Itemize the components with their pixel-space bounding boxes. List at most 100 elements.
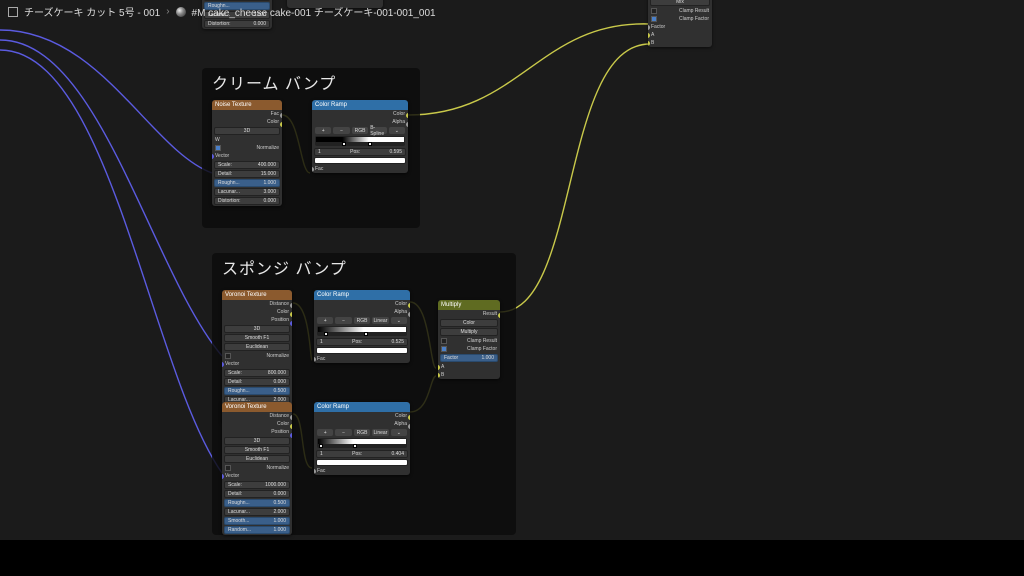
ramp3-pos[interactable]: 1Pos:0.404 xyxy=(316,450,408,458)
multiply-b: B xyxy=(438,371,500,379)
ramp1-menu[interactable]: ⌄ xyxy=(389,127,405,134)
ramp3-del-stop[interactable]: − xyxy=(335,429,351,436)
node-editor-canvas[interactable]: Detail:15.000 Roughn... Lacunar...3.000 … xyxy=(0,0,1024,576)
frame-title-cream: クリーム バンプ xyxy=(212,70,336,94)
ramp1-fac: Fac xyxy=(312,165,408,173)
noise-scale[interactable]: Scale:400.000 xyxy=(214,161,280,169)
voronoi1-vector: Vector xyxy=(222,360,292,368)
noise-header[interactable]: Noise Texture xyxy=(212,100,282,110)
voronoi1-metric[interactable]: Euclidean xyxy=(224,343,290,351)
ramp2-color-swatch[interactable] xyxy=(316,347,408,354)
ramp2-opts: + − RGB Linear ⌄ xyxy=(317,317,407,324)
material-sphere-icon xyxy=(176,7,186,17)
noise-detail[interactable]: Detail:15.000 xyxy=(214,170,280,178)
breadcrumb[interactable]: チーズケーキ カット 5号 - 001 › #M cake_cheese cak… xyxy=(8,4,436,19)
ramp3-add-stop[interactable]: + xyxy=(317,429,333,436)
node-voronoi-2[interactable]: Voronoi Texture Distance Color Position … xyxy=(222,402,292,535)
field-distortion[interactable]: Distortion:0.000 xyxy=(204,20,270,28)
ramp1-del-stop[interactable]: − xyxy=(333,127,349,134)
ramp3-out-color: Color xyxy=(314,412,410,420)
node-color-ramp-1[interactable]: Color Ramp Color Alpha + − RGB B-Spline … xyxy=(312,100,408,173)
voronoi2-smooth[interactable]: Smooth...1.000 xyxy=(224,517,290,525)
node-noise-texture[interactable]: Noise Texture Fac Color 3D W Normalize V… xyxy=(212,100,282,206)
voronoi1-scale[interactable]: Scale:800.000 xyxy=(224,369,290,377)
ramp2-mode-rgb[interactable]: RGB xyxy=(354,317,370,324)
ramp1-add-stop[interactable]: + xyxy=(315,127,331,134)
ramp1-out-alpha: Alpha xyxy=(312,118,408,126)
ramp3-mode-rgb[interactable]: RGB xyxy=(354,429,370,436)
voronoi1-dim[interactable]: 3D xyxy=(224,325,290,333)
voronoi2-scale[interactable]: Scale:1000.000 xyxy=(224,481,290,489)
noise-vector: Vector xyxy=(212,152,282,160)
ramp2-del-stop[interactable]: − xyxy=(335,317,351,324)
multiply-a: A xyxy=(438,363,500,371)
ramp1-gradient[interactable] xyxy=(315,136,405,146)
voronoi1-feature[interactable]: Smooth F1 xyxy=(224,334,290,342)
ramp2-out-alpha: Alpha xyxy=(314,308,410,316)
breadcrumb-material[interactable]: #M cake_cheese cake-001 チーズケーキ-001-001_0… xyxy=(192,4,436,19)
voronoi2-feature[interactable]: Smooth F1 xyxy=(224,446,290,454)
voronoi2-out-dist: Distance xyxy=(222,412,292,420)
ramp3-interp[interactable]: Linear xyxy=(372,429,388,436)
multiply-type[interactable]: Color xyxy=(440,319,498,327)
mix-factor: Factor xyxy=(648,23,712,31)
noise-normalize[interactable]: Normalize xyxy=(212,144,282,152)
ramp3-gradient[interactable] xyxy=(317,438,407,448)
ramp1-header[interactable]: Color Ramp xyxy=(312,100,408,110)
ramp1-mode-rgb[interactable]: RGB xyxy=(352,127,368,134)
voronoi2-lac[interactable]: Lacunar...2.000 xyxy=(224,508,290,516)
voronoi2-random[interactable]: Random...1.000 xyxy=(224,526,290,534)
voronoi2-rough[interactable]: Roughn...0.500 xyxy=(224,499,290,507)
ramp2-header[interactable]: Color Ramp xyxy=(314,290,410,300)
ramp2-pos[interactable]: 1Pos:0.525 xyxy=(316,338,408,346)
multiply-factor[interactable]: Factor1.000 xyxy=(440,354,498,362)
voronoi2-metric[interactable]: Euclidean xyxy=(224,455,290,463)
node-mix-top[interactable]: Color Mix Clamp Result Clamp Factor Fact… xyxy=(648,0,712,47)
voronoi1-out-dist: Distance xyxy=(222,300,292,308)
ramp2-add-stop[interactable]: + xyxy=(317,317,333,324)
noise-dim[interactable]: 3D xyxy=(214,127,280,135)
field-detail[interactable]: Detail:15.000 xyxy=(204,0,270,1)
voronoi2-detail[interactable]: Detail:0.000 xyxy=(224,490,290,498)
multiply-blend[interactable]: Multiply xyxy=(440,328,498,336)
ramp1-pos[interactable]: 1Pos:0.595 xyxy=(314,148,406,156)
voronoi2-dim[interactable]: 3D xyxy=(224,437,290,445)
node-color-ramp-2[interactable]: Color Ramp Color Alpha + − RGB Linear ⌄ … xyxy=(314,290,410,363)
noise-distortion[interactable]: Distortion:0.000 xyxy=(214,197,280,205)
voronoi1-header[interactable]: Voronoi Texture xyxy=(222,290,292,300)
noise-roughness[interactable]: Roughn...1.000 xyxy=(214,179,280,187)
voronoi1-normalize[interactable]: Normalize xyxy=(222,352,292,360)
node-multiply[interactable]: Multiply Result Color Multiply Clamp Res… xyxy=(438,300,500,379)
multiply-clamp-result[interactable]: Clamp Result xyxy=(438,337,500,345)
noise-lacunarity[interactable]: Lacunar...3.000 xyxy=(214,188,280,196)
ramp2-gradient[interactable] xyxy=(317,326,407,336)
ramp1-out-color: Color xyxy=(312,110,408,118)
mix-a: A xyxy=(648,31,712,39)
ramp2-fac: Fac xyxy=(314,355,410,363)
object-icon xyxy=(8,7,18,17)
mix-b: B xyxy=(648,39,712,47)
ramp1-opts: + − RGB B-Spline ⌄ xyxy=(315,127,405,134)
noise-out-fac: Fac xyxy=(212,110,282,118)
mix-clamp-result[interactable]: Clamp Result xyxy=(648,7,712,15)
noise-w: W xyxy=(212,136,282,144)
ramp1-color-swatch[interactable] xyxy=(314,157,406,164)
ramp2-menu[interactable]: ⌄ xyxy=(391,317,407,324)
frame-title-sponge: スポンジ バンプ xyxy=(222,255,347,279)
voronoi1-rough[interactable]: Roughn...0.500 xyxy=(224,387,290,395)
mix-clamp-factor[interactable]: Clamp Factor xyxy=(648,15,712,23)
multiply-header[interactable]: Multiply xyxy=(438,300,500,310)
ramp3-color-swatch[interactable] xyxy=(316,459,408,466)
ramp3-header[interactable]: Color Ramp xyxy=(314,402,410,412)
breadcrumb-object[interactable]: チーズケーキ カット 5号 - 001 xyxy=(24,4,160,19)
mix-blend[interactable]: Mix xyxy=(650,0,710,6)
node-color-ramp-3[interactable]: Color Ramp Color Alpha + − RGB Linear ⌄ … xyxy=(314,402,410,475)
ramp3-out-alpha: Alpha xyxy=(314,420,410,428)
ramp1-interp[interactable]: B-Spline xyxy=(370,127,386,134)
ramp2-interp[interactable]: Linear xyxy=(372,317,388,324)
voronoi1-detail[interactable]: Detail:0.000 xyxy=(224,378,290,386)
voronoi2-normalize[interactable]: Normalize xyxy=(222,464,292,472)
multiply-clamp-factor[interactable]: Clamp Factor xyxy=(438,345,500,353)
voronoi2-header[interactable]: Voronoi Texture xyxy=(222,402,292,412)
ramp3-menu[interactable]: ⌄ xyxy=(391,429,407,436)
